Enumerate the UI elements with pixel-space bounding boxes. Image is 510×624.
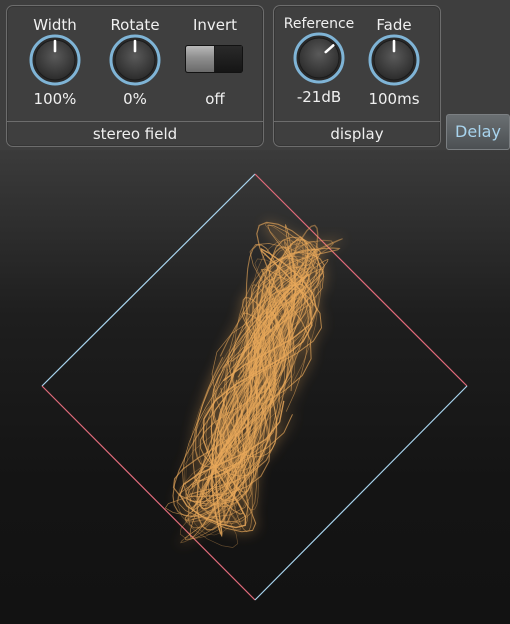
fade-control: Fade 100ms [354,16,434,108]
width-label: Width [33,16,77,34]
invert-toggle-thumb [186,46,214,72]
width-value: 100% [33,90,77,108]
stereo-field-group: Width 100% Rotate 0% Invert off stereo f… [6,5,264,147]
rotate-control: Rotate 0% [93,16,177,108]
rotate-knob[interactable] [109,34,161,86]
reference-value: -21dB [296,88,342,106]
diamond-edge-bottom-right [254,385,468,601]
reference-knob[interactable] [293,32,345,84]
invert-value: off [205,90,225,108]
control-panel: Width 100% Rotate 0% Invert off stereo f… [0,0,510,150]
width-knob[interactable] [29,34,81,86]
rotate-value: 0% [123,90,147,108]
invert-toggle[interactable] [185,45,243,73]
reference-label: Reference [283,16,355,32]
reference-control: Reference -21dB [276,16,362,106]
invert-control: Invert off [173,16,257,108]
display-group: Reference -21dB Fade 100ms display [273,5,441,147]
display-title: display [274,121,440,146]
width-control: Width 100% [13,16,97,108]
invert-toggle-track [215,46,242,72]
fade-knob[interactable] [368,34,420,86]
scope-canvas [41,173,468,601]
rotate-label: Rotate [110,16,160,34]
stereo-scope-display [0,150,510,624]
diamond-edge-top-left [41,173,256,387]
stereo-field-title: stereo field [7,121,263,146]
fade-label: Fade [376,16,412,34]
delay-button[interactable]: Delay [446,114,510,150]
fade-value: 100ms [368,90,420,108]
invert-label: Invert [192,16,238,34]
